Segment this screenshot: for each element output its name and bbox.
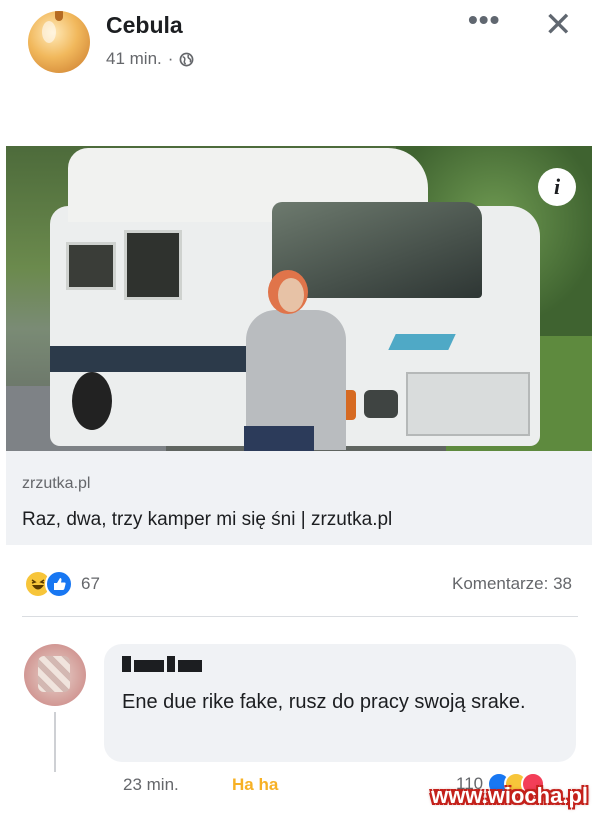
person-face bbox=[278, 278, 304, 312]
commenter-avatar[interactable] bbox=[24, 644, 86, 706]
page-avatar[interactable] bbox=[28, 11, 90, 73]
divider bbox=[22, 616, 578, 617]
thread-line bbox=[54, 712, 56, 772]
link-title: Raz, dwa, trzy kamper mi się śni | zrzut… bbox=[22, 509, 393, 530]
van-side-window bbox=[124, 230, 182, 300]
onion-shine bbox=[42, 21, 56, 43]
link-domain: zrzutka.pl bbox=[22, 475, 91, 492]
reaction-count: 67 bbox=[81, 574, 100, 593]
van-wheel bbox=[72, 372, 112, 430]
comment-text: Ene due rike fake, rusz do pracy swoją s… bbox=[122, 691, 526, 713]
redacted-block bbox=[134, 660, 164, 672]
person-jeans bbox=[244, 426, 314, 451]
globe-icon bbox=[179, 52, 194, 66]
redacted-block bbox=[167, 656, 175, 672]
more-options-icon[interactable]: ••• bbox=[468, 6, 500, 34]
comment-time[interactable]: 23 min. bbox=[123, 775, 179, 795]
comment-bubble: Ene due rike fake, rusz do pracy swoją s… bbox=[104, 644, 576, 762]
like-icon bbox=[45, 570, 73, 598]
van-grille bbox=[406, 372, 530, 436]
onion-tip bbox=[55, 11, 63, 21]
van-stripe bbox=[50, 346, 250, 372]
comment-reaction-label[interactable]: Ha ha bbox=[232, 775, 278, 795]
redacted-block bbox=[178, 660, 202, 672]
post-header: Cebula 41 min. · ••• ✕ bbox=[0, 0, 600, 95]
watermark: www.wiocha.pl bbox=[431, 783, 588, 808]
van-rear-window bbox=[66, 242, 116, 290]
thumb-up bbox=[54, 578, 66, 590]
reaction-summary[interactable]: 67 bbox=[24, 570, 100, 598]
info-icon[interactable]: i bbox=[538, 168, 576, 206]
link-preview-image[interactable]: i bbox=[6, 146, 592, 451]
link-preview-caption[interactable]: zrzutka.pl Raz, dwa, trzy kamper mi się … bbox=[6, 451, 592, 545]
commenter-name-redacted[interactable] bbox=[122, 656, 218, 674]
close-icon[interactable]: ✕ bbox=[544, 8, 573, 42]
author-name[interactable]: Cebula bbox=[106, 12, 183, 39]
van-headlight bbox=[364, 390, 398, 418]
comments-count[interactable]: Komentarze: 38 bbox=[452, 574, 572, 594]
van-blue-stripe bbox=[388, 334, 456, 350]
avatar-blur bbox=[38, 656, 70, 692]
post-meta: 41 min. · bbox=[106, 49, 194, 69]
post-time[interactable]: 41 min. bbox=[106, 49, 162, 69]
redacted-block bbox=[122, 656, 131, 672]
meta-separator: · bbox=[167, 49, 174, 68]
